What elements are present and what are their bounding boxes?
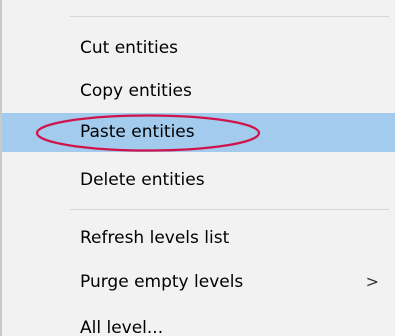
menu-separator bbox=[70, 209, 389, 210]
menu-item-label: All level... bbox=[80, 318, 164, 336]
menu-item-purge-empty-levels[interactable]: Purge empty levels > bbox=[2, 263, 395, 302]
menu-item-delete-entities[interactable]: Delete entities bbox=[2, 161, 395, 200]
menu-item-cut-entities[interactable]: Cut entities bbox=[2, 29, 395, 68]
menu-item-label: Refresh levels list bbox=[80, 228, 230, 248]
context-menu: Cut entities Copy entities Paste entitie… bbox=[0, 0, 395, 336]
menu-item-label: Purge empty levels bbox=[80, 272, 244, 292]
menu-item-label: Paste entities bbox=[80, 122, 195, 142]
menu-item-paste-entities[interactable]: Paste entities bbox=[2, 113, 395, 152]
chevron-right-icon: > bbox=[365, 272, 379, 291]
menu-item-label: Copy entities bbox=[80, 81, 192, 101]
menu-item-label: Cut entities bbox=[80, 38, 179, 58]
menu-item-all-levels[interactable]: All level... bbox=[2, 309, 395, 336]
menu-item-refresh-levels-list[interactable]: Refresh levels list bbox=[2, 219, 395, 258]
menu-separator bbox=[70, 16, 389, 17]
menu-item-label: Delete entities bbox=[80, 170, 205, 190]
menu-item-copy-entities[interactable]: Copy entities bbox=[2, 72, 395, 111]
